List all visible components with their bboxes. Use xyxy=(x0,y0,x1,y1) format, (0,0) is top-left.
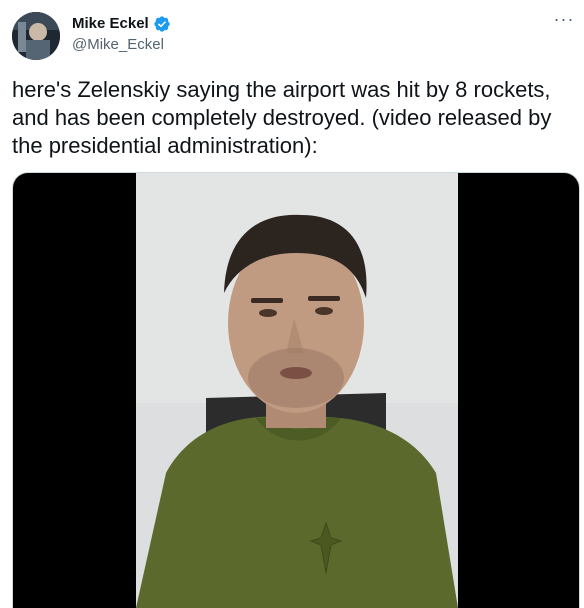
more-options-icon[interactable]: ··· xyxy=(552,10,576,34)
tweet-video[interactable] xyxy=(12,172,580,608)
author-display-name[interactable]: Mike Eckel xyxy=(72,14,149,34)
video-still-person xyxy=(136,173,458,608)
author-handle[interactable]: @Mike_Eckel xyxy=(72,36,164,53)
tweet-text: here's Zelenskiy saying the airport was … xyxy=(12,77,552,158)
author-name-row[interactable]: Mike Eckel xyxy=(72,14,171,34)
verified-badge-icon xyxy=(154,16,170,32)
avatar-image xyxy=(12,12,60,60)
video-frame xyxy=(136,173,458,608)
author-avatar[interactable] xyxy=(12,12,60,60)
